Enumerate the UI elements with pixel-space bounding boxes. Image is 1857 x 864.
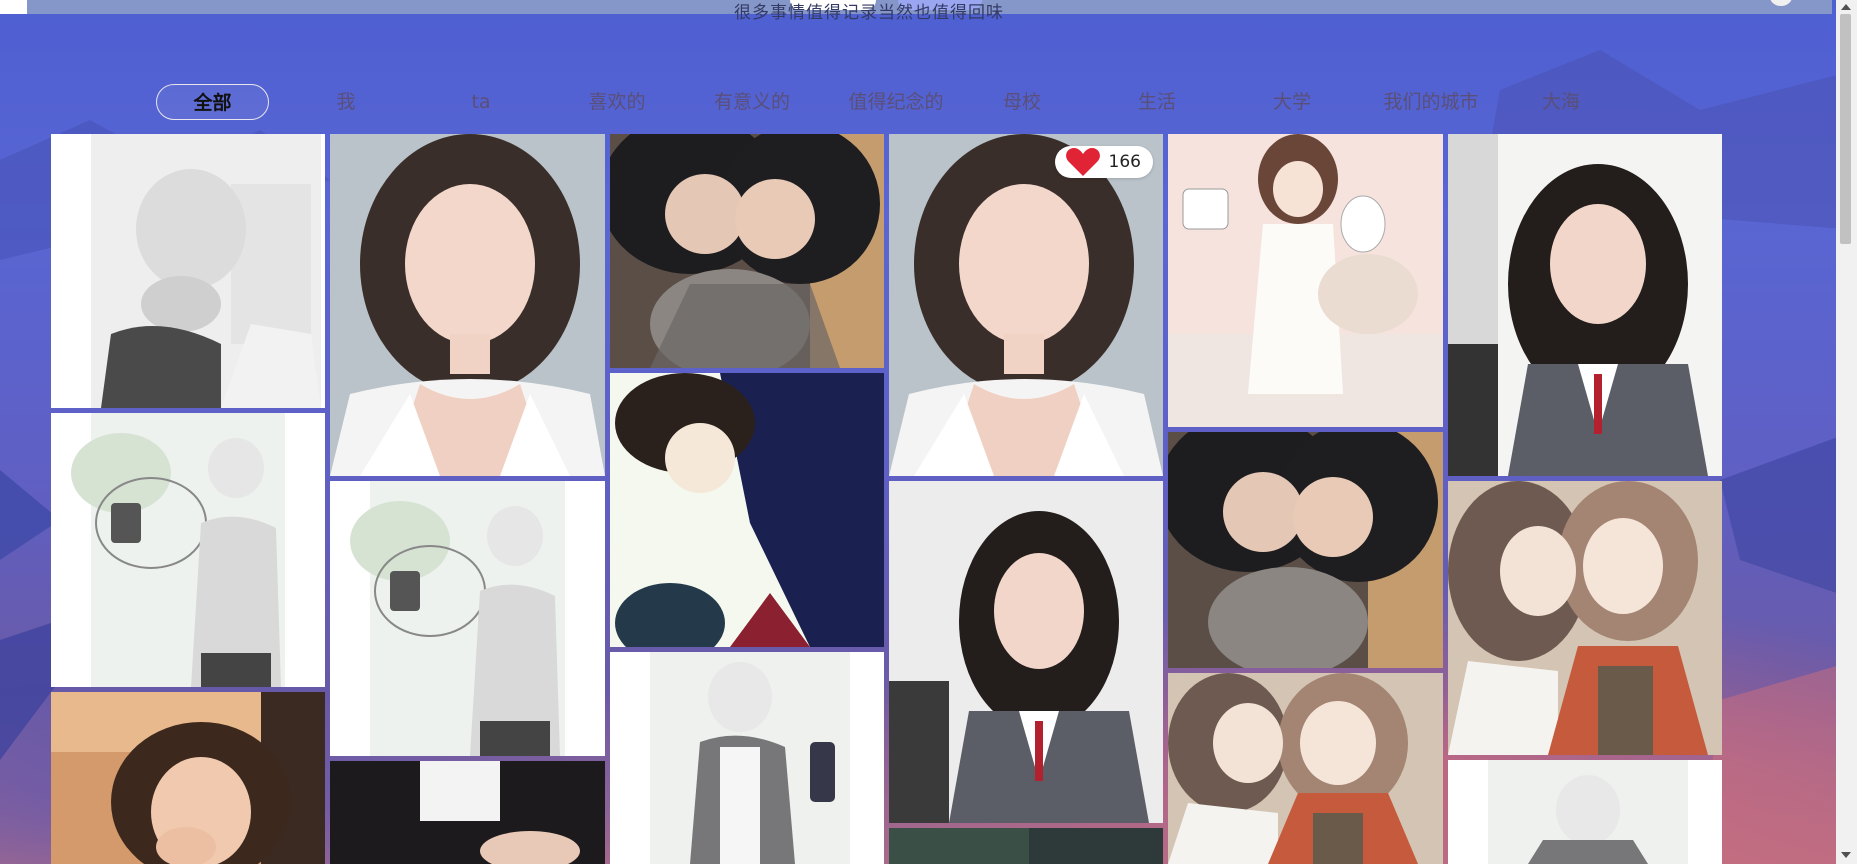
scrollbar-thumb[interactable] bbox=[1840, 14, 1851, 244]
photo-illustration bbox=[610, 373, 884, 647]
photo-card[interactable] bbox=[1448, 481, 1722, 755]
photo-card[interactable] bbox=[330, 481, 605, 756]
photo-card[interactable] bbox=[889, 828, 1163, 864]
photo-illustration bbox=[1168, 673, 1443, 864]
tab-sea[interactable]: 大海 bbox=[1505, 84, 1617, 120]
photo-card[interactable] bbox=[610, 134, 884, 368]
scroll-down-arrow-icon[interactable] bbox=[1841, 852, 1851, 858]
photo-illustration bbox=[51, 413, 325, 687]
tab-memorable[interactable]: 值得纪念的 bbox=[831, 84, 961, 120]
tab-meaningful[interactable]: 有意义的 bbox=[696, 84, 808, 120]
photo-illustration bbox=[51, 692, 325, 864]
photo-card[interactable] bbox=[330, 134, 605, 476]
scroll-up-arrow-icon[interactable] bbox=[1841, 4, 1851, 10]
tab-all[interactable]: 全部 bbox=[156, 84, 269, 120]
photo-card[interactable] bbox=[51, 692, 325, 864]
photo-illustration bbox=[1168, 432, 1443, 668]
photo-illustration bbox=[1448, 481, 1722, 755]
heart-icon bbox=[1065, 148, 1100, 176]
photo-card[interactable]: 166 bbox=[889, 134, 1163, 476]
corner-tab bbox=[0, 0, 27, 14]
photo-illustration bbox=[1448, 760, 1722, 864]
page-subtitle: 很多事情值得记录当然也值得回味 bbox=[734, 3, 1004, 23]
tab-liked[interactable]: 喜欢的 bbox=[561, 84, 673, 120]
tab-life[interactable]: 生活 bbox=[1101, 84, 1213, 120]
tab-me[interactable]: 我 bbox=[290, 84, 402, 120]
photo-card[interactable] bbox=[51, 134, 325, 408]
photo-card[interactable] bbox=[1168, 134, 1443, 427]
photo-card[interactable] bbox=[1168, 673, 1443, 864]
photo-card[interactable] bbox=[1168, 432, 1443, 668]
photo-illustration bbox=[1168, 134, 1443, 427]
photo-card[interactable] bbox=[51, 413, 325, 687]
like-count: 166 bbox=[1108, 152, 1141, 172]
category-tabs: 全部 我 ta 喜欢的 有意义的 值得纪念的 母校 生活 大学 我们的城市 大海 bbox=[0, 84, 1600, 120]
photo-illustration bbox=[889, 134, 1163, 476]
photo-card[interactable] bbox=[889, 481, 1163, 823]
photo-illustration bbox=[330, 761, 605, 864]
photo-card[interactable] bbox=[610, 652, 884, 864]
photo-illustration bbox=[889, 828, 1163, 864]
tab-our-city[interactable]: 我们的城市 bbox=[1366, 84, 1496, 120]
photo-illustration bbox=[610, 134, 884, 368]
photo-illustration bbox=[610, 652, 884, 864]
tab-university[interactable]: 大学 bbox=[1236, 84, 1348, 120]
photo-illustration bbox=[889, 481, 1163, 823]
photo-card[interactable] bbox=[610, 373, 884, 647]
photo-card[interactable] bbox=[330, 761, 605, 864]
like-badge[interactable]: 166 bbox=[1054, 146, 1153, 178]
photo-illustration bbox=[1448, 134, 1722, 476]
tab-alma-mater[interactable]: 母校 bbox=[966, 84, 1078, 120]
photo-card[interactable] bbox=[1448, 134, 1722, 476]
tab-ta[interactable]: ta bbox=[425, 84, 537, 120]
photo-illustration bbox=[330, 481, 605, 756]
photo-illustration bbox=[330, 134, 605, 476]
photo-illustration bbox=[51, 134, 325, 408]
photo-card[interactable] bbox=[1448, 760, 1722, 864]
